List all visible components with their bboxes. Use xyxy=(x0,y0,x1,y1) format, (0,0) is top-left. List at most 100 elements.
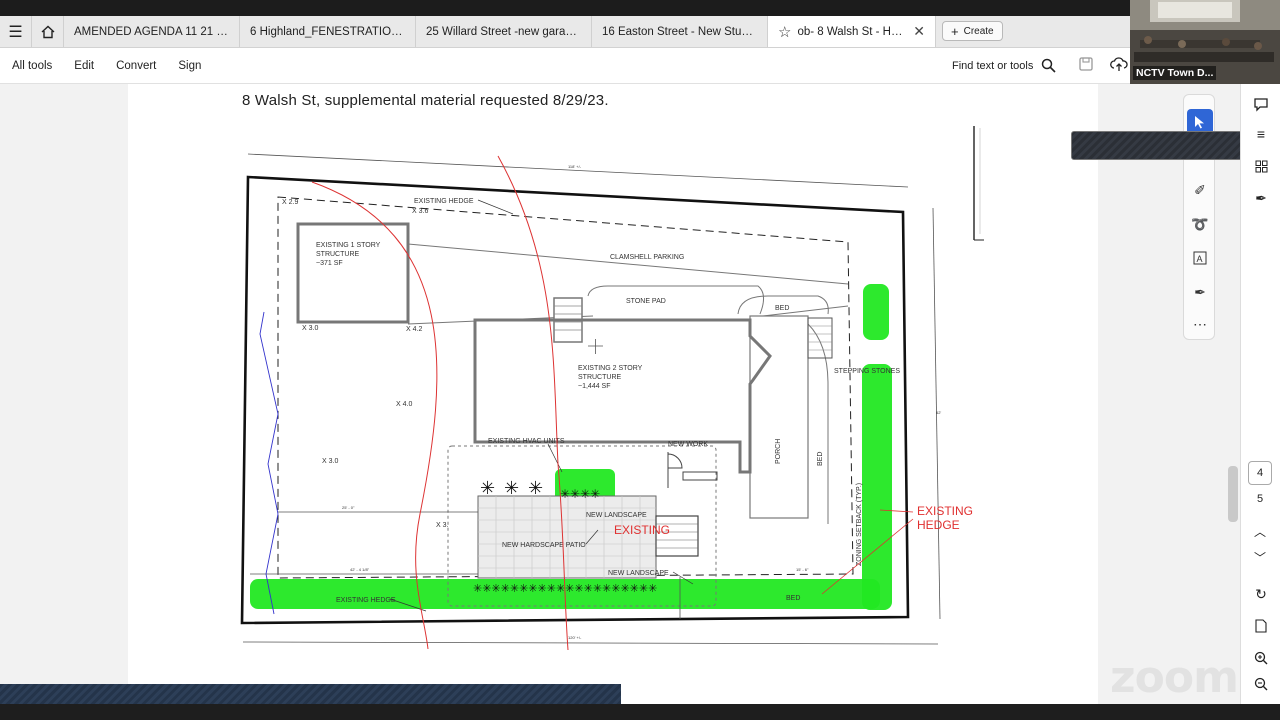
menu-icon[interactable]: ☰ xyxy=(0,16,32,47)
existing-hedge-red-1: EXISTING xyxy=(917,504,973,518)
new-landscape-2: NEW LANDSCAPE xyxy=(608,570,669,577)
bottom-overlay-bar xyxy=(0,684,621,704)
elev-x3x: X 3. xyxy=(436,522,449,529)
page-settings-icon[interactable] xyxy=(1249,614,1273,638)
pdf-viewer-window: ☰ AMENDED AGENDA 11 21 2023.p... 6 Highl… xyxy=(0,0,1280,720)
text-box-icon[interactable]: A xyxy=(1187,245,1213,271)
dim-top: 118' +/- xyxy=(568,164,582,169)
rotate-icon[interactable]: ↻ xyxy=(1249,582,1273,606)
zoning-label: ZONING SETBACK (TYP.) xyxy=(856,483,863,566)
porch-label: PORCH xyxy=(775,439,782,464)
zoom-in-icon[interactable] xyxy=(1249,646,1273,670)
existing-hedge-bottom: EXISTING HEDGE xyxy=(336,597,396,604)
hvac-label: EXISTING HVAC UNITS xyxy=(488,438,565,445)
find-text-tools[interactable]: Find text or tools xyxy=(952,58,1056,73)
chevron-up-icon[interactable]: ︿ xyxy=(1248,522,1272,540)
vertical-scrollbar-thumb[interactable] xyxy=(1228,466,1238,522)
existing-hedge-top: EXISTING HEDGE xyxy=(414,198,474,205)
tab-amended-agenda[interactable]: AMENDED AGENDA 11 21 2023.p... xyxy=(64,16,240,47)
existing-hedge-red-2: HEDGE xyxy=(917,518,960,532)
structure-1-line2: STRUCTURE xyxy=(316,251,359,258)
bed-top: BED xyxy=(775,305,789,312)
all-tools-menu[interactable]: All tools xyxy=(12,60,52,72)
tab-label: AMENDED AGENDA 11 21 2023.p... xyxy=(74,25,229,38)
tooltip-overlay xyxy=(1071,131,1261,160)
convert-menu[interactable]: Convert xyxy=(116,60,156,72)
save-icon[interactable] xyxy=(1078,56,1094,72)
bookmarks-panel-icon[interactable]: ≡ xyxy=(1249,122,1273,146)
dim-setback: 25' - 0" xyxy=(342,505,355,510)
webcam-label: NCTV Town D... xyxy=(1133,66,1217,80)
star-icon[interactable]: ☆ xyxy=(778,23,791,41)
tab-willard-garage[interactable]: 25 Willard Street -new garage.pdf xyxy=(416,16,592,47)
stepping-stones: STEPPING STONES xyxy=(834,368,900,375)
clamshell-parking: CLAMSHELL PARKING xyxy=(610,254,684,261)
right-sidebar: ≡ ✒ ↻ xyxy=(1240,84,1280,704)
structure-2-line1: EXISTING 2 STORY xyxy=(578,365,643,372)
tab-easton-studio[interactable]: 16 Easton Street - New Studio.pdf xyxy=(592,16,768,47)
new-hardscape-label: NEW HARDSCAPE PATIO xyxy=(502,542,586,549)
tab-walsh-hardscape[interactable]: ☆ ob- 8 Walsh St - Hardsca... ✕ xyxy=(768,16,936,47)
page-title: 8 Walsh St, supplemental material reques… xyxy=(242,92,609,109)
thumbnails-grid-icon[interactable] xyxy=(1249,154,1273,178)
tab-highland-fenestration[interactable]: 6 Highland_FENESTRATION.pdf xyxy=(240,16,416,47)
tab-label: 6 Highland_FENESTRATION.pdf xyxy=(250,25,405,38)
svg-text:✳: ✳ xyxy=(528,478,543,498)
zoom-watermark: zoom xyxy=(1110,652,1239,703)
lasso-draw-icon[interactable]: ➰ xyxy=(1187,211,1213,237)
main-toolbar: All tools Edit Convert Sign Find text or… xyxy=(0,48,1130,84)
webcam-feed: NCTV Town D... xyxy=(1130,0,1280,84)
current-page-number[interactable]: 4 xyxy=(1248,461,1272,485)
structure-2-line2: STRUCTURE xyxy=(578,374,621,381)
bottom-strip xyxy=(0,704,1280,720)
pdf-page[interactable]: 118' +/- 120' +/- 62' EXISTING 1 STORY S… xyxy=(128,84,1098,704)
dim-bottom: 120' +/- xyxy=(568,635,582,640)
comments-panel-icon[interactable] xyxy=(1249,92,1273,116)
next-page-number[interactable]: 5 xyxy=(1248,490,1272,508)
document-area: 118' +/- 120' +/- 62' EXISTING 1 STORY S… xyxy=(0,84,1240,704)
create-label: Create xyxy=(963,25,994,37)
zoom-out-icon[interactable] xyxy=(1249,672,1273,696)
dim-left-bottom: 42' - 4 1/8" xyxy=(350,567,370,572)
dim-right: 62' xyxy=(936,410,941,415)
site-plan-drawing: 118' +/- 120' +/- 62' EXISTING 1 STORY S… xyxy=(240,126,984,651)
create-button[interactable]: + Create xyxy=(942,21,1003,41)
edit-menu[interactable]: Edit xyxy=(74,60,94,72)
find-label: Find text or tools xyxy=(952,59,1034,72)
new-landscape-1: NEW LANDSCAPE xyxy=(586,512,647,519)
elev-x36: X 3.6 xyxy=(412,208,428,215)
elev-x40: X 4.0 xyxy=(396,401,412,408)
fill-sign-icon[interactable]: ✒ xyxy=(1249,186,1273,210)
top-strip xyxy=(0,0,1280,16)
bed-side: BED xyxy=(817,452,824,466)
svg-text:✳: ✳ xyxy=(480,478,495,498)
home-icon[interactable] xyxy=(32,16,64,47)
cloud-upload-icon[interactable] xyxy=(1110,56,1128,72)
elev-x42: X 4.2 xyxy=(406,326,422,333)
tab-label: ob- 8 Walsh St - Hardsca... xyxy=(797,25,908,38)
elev-x29: X 2.9 xyxy=(282,199,298,206)
svg-text:A: A xyxy=(1197,254,1203,264)
tab-bar: ☰ AMENDED AGENDA 11 21 2023.p... 6 Highl… xyxy=(0,16,1280,48)
bed-bottom: BED xyxy=(786,595,800,602)
tab-label: 25 Willard Street -new garage.pdf xyxy=(426,25,581,38)
structure-1-line1: EXISTING 1 STORY xyxy=(316,242,381,249)
chevron-down-icon[interactable]: ﹀ xyxy=(1248,548,1272,566)
highlight-pen-icon[interactable]: ✐ xyxy=(1187,177,1213,203)
tab-label: 16 Easton Street - New Studio.pdf xyxy=(602,25,757,38)
elev-x30b: X 3.0 xyxy=(322,458,338,465)
more-tools-icon[interactable]: ⋯ xyxy=(1187,311,1213,337)
plus-icon: + xyxy=(951,23,959,39)
stone-pad: STONE PAD xyxy=(626,298,666,305)
structure-1-area: ~371 SF xyxy=(316,260,343,267)
svg-text:✳✳✳✳: ✳✳✳✳ xyxy=(560,487,600,501)
elev-x30a: X 3.0 xyxy=(302,325,318,332)
close-tab-icon[interactable]: ✕ xyxy=(913,23,925,40)
sign-menu[interactable]: Sign xyxy=(178,60,201,72)
search-icon xyxy=(1042,58,1056,73)
new-work-label: NEW WORK xyxy=(668,441,708,448)
dim-right-bottom: 15' - 6" xyxy=(796,567,809,572)
structure-2-area: ~1,444 SF xyxy=(578,383,611,390)
svg-text:✳: ✳ xyxy=(504,478,519,498)
sign-pen-icon[interactable]: ✒ xyxy=(1187,279,1213,305)
